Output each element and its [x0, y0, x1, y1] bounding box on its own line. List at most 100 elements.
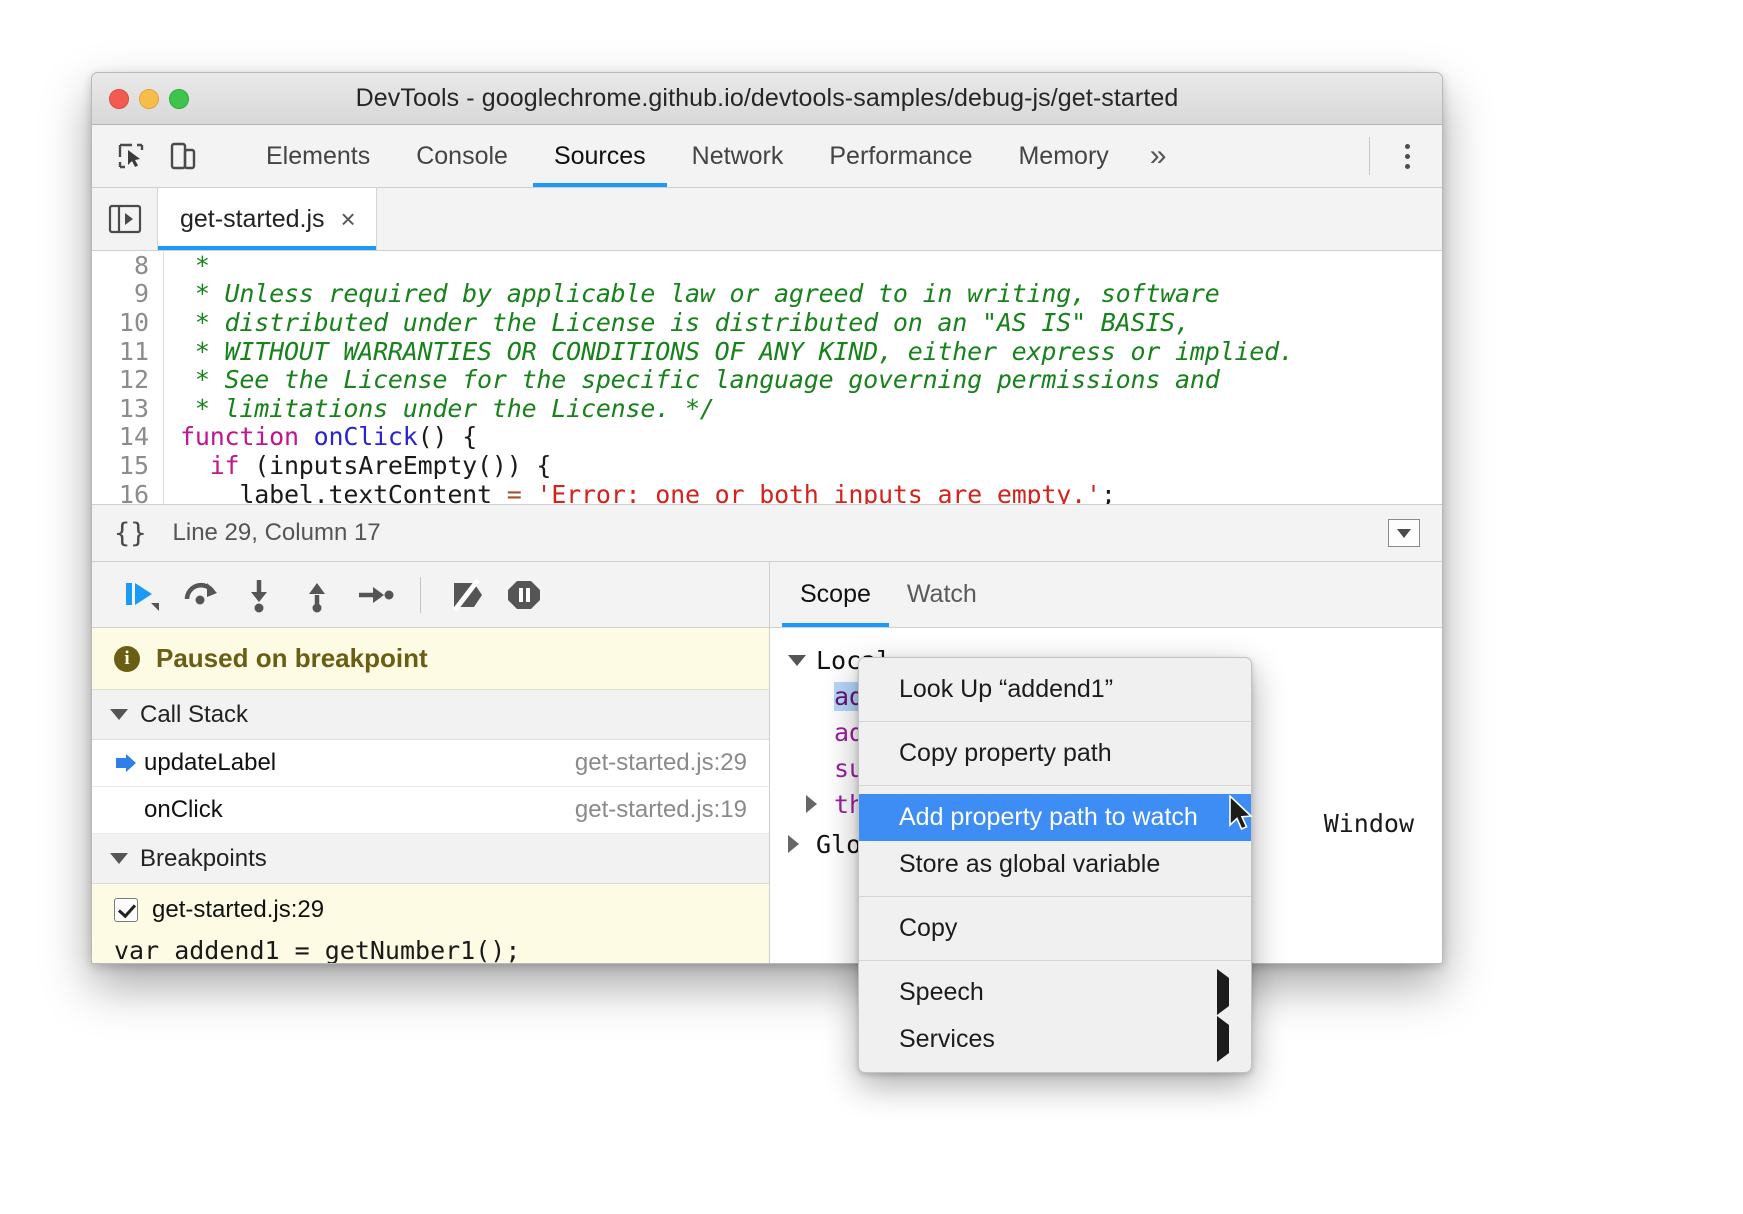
code-line: 16 label.textContent = 'Error: one or bo…	[92, 480, 1442, 504]
screenshot-root: DevTools - googlechrome.github.io/devtoo…	[0, 0, 1743, 1214]
panel-tabs: Elements Console Sources Network Perform…	[243, 125, 1184, 187]
code-line-text: *	[164, 251, 225, 280]
code-line-text: * Unless required by applicable law or a…	[164, 279, 1220, 308]
line-number[interactable]: 9	[92, 279, 164, 308]
code-line-text: * distributed under the License is distr…	[164, 308, 1190, 337]
close-icon[interactable]: ×	[341, 206, 356, 232]
context-menu-item-copy[interactable]: Copy	[859, 905, 1251, 952]
window-traffic-lights	[92, 89, 189, 109]
step-out-of-current-function-icon[interactable]	[290, 570, 344, 620]
line-number[interactable]: 8	[92, 251, 164, 280]
breakpoint-location: get-started.js:29	[152, 896, 324, 924]
more-options-kebab-icon[interactable]	[1390, 136, 1424, 176]
frame-location: get-started.js:19	[575, 796, 747, 824]
device-toolbar-icon[interactable]	[164, 137, 202, 175]
file-tab-label: get-started.js	[180, 205, 325, 234]
window-title: DevTools - googlechrome.github.io/devtoo…	[92, 84, 1442, 113]
line-number[interactable]: 10	[92, 308, 164, 337]
code-line-text: label.textContent = 'Error: one or both …	[164, 480, 1116, 504]
context-menu-item-speech[interactable]: Speech	[859, 969, 1251, 1016]
tab-performance[interactable]: Performance	[806, 125, 995, 187]
resume-script-execution-icon[interactable]	[116, 570, 170, 620]
toolbar-divider-right	[1369, 137, 1370, 175]
code-line-text: if (inputsAreEmpty()) {	[164, 451, 551, 480]
tab-console[interactable]: Console	[393, 125, 531, 187]
context-menu-item-copy-property-path[interactable]: Copy property path	[859, 730, 1251, 777]
tab-scope[interactable]: Scope	[782, 562, 889, 627]
line-number[interactable]: 11	[92, 337, 164, 366]
code-line: 14function onClick() {	[92, 423, 1442, 452]
breakpoint-enabled-checkbox[interactable]	[114, 898, 138, 922]
context-menu-item-store-as-global-variable[interactable]: Store as global variable	[859, 841, 1251, 888]
code-editor[interactable]: 8 * 9 * Unless required by applicable la…	[92, 251, 1442, 504]
show-console-drawer-icon[interactable]	[1388, 519, 1420, 547]
status-right-group	[1388, 519, 1420, 547]
breakpoints-title: Breakpoints	[140, 845, 267, 873]
debugger-toolbar-divider	[420, 577, 421, 613]
minimize-window-button[interactable]	[139, 89, 159, 109]
breakpoint-list-item[interactable]: get-started.js:29 var addend1 = getNumbe…	[92, 884, 769, 964]
context-menu-item-label: Services	[899, 1025, 995, 1054]
tab-watch[interactable]: Watch	[889, 562, 995, 627]
step-icon[interactable]	[348, 570, 402, 620]
frame-name: updateLabel	[144, 749, 276, 777]
code-line-text: * limitations under the License. */	[164, 394, 715, 423]
line-number[interactable]: 12	[92, 365, 164, 394]
line-number[interactable]: 13	[92, 394, 164, 423]
file-tab-get-started-js[interactable]: get-started.js ×	[158, 188, 377, 250]
source-file-tabbar: get-started.js ×	[92, 188, 1442, 251]
line-number[interactable]: 14	[92, 422, 164, 451]
debugger-controls-toolbar	[92, 562, 769, 628]
code-line-text: * See the License for the specific langu…	[164, 365, 1220, 394]
context-menu-separator	[859, 896, 1251, 897]
line-column-indicator: Line 29, Column 17	[173, 519, 381, 547]
context-menu[interactable]: Look Up “addend1” Copy property path Add…	[858, 657, 1252, 1073]
code-line: 8 *	[92, 251, 1442, 280]
frame-name: onClick	[144, 796, 223, 824]
code-line-text: function onClick() {	[164, 422, 477, 451]
inspect-element-icon[interactable]	[112, 137, 150, 175]
chevron-right-icon[interactable]	[806, 795, 834, 813]
tab-memory[interactable]: Memory	[995, 125, 1131, 187]
code-line: 10 * distributed under the License is di…	[92, 308, 1442, 337]
step-into-next-function-call-icon[interactable]	[232, 570, 286, 620]
paused-on-breakpoint-banner: i Paused on breakpoint	[92, 628, 769, 690]
code-line: 12 * See the License for the specific la…	[92, 365, 1442, 394]
context-menu-item-look-up[interactable]: Look Up “addend1”	[859, 666, 1251, 713]
context-menu-item-services[interactable]: Services	[859, 1016, 1251, 1063]
call-stack-section-header[interactable]: Call Stack	[92, 690, 769, 740]
toolbar-right-group	[1369, 125, 1442, 187]
breakpoints-section-header[interactable]: Breakpoints	[92, 834, 769, 884]
line-number[interactable]: 16	[92, 480, 164, 504]
code-line: 9 * Unless required by applicable law or…	[92, 280, 1442, 309]
tab-elements[interactable]: Elements	[243, 125, 393, 187]
close-window-button[interactable]	[109, 89, 129, 109]
breakpoint-code-snippet: var addend1 = getNumber1();	[92, 924, 769, 964]
show-navigator-icon[interactable]	[92, 188, 158, 250]
pause-on-exceptions-icon[interactable]	[497, 570, 551, 620]
debugger-left-pane: i Paused on breakpoint Call Stack update…	[92, 562, 770, 964]
pretty-print-icon[interactable]: {}	[114, 518, 147, 549]
step-over-next-function-call-icon[interactable]	[174, 570, 228, 620]
deactivate-breakpoints-icon[interactable]	[439, 570, 493, 620]
call-stack-frame-onclick[interactable]: onClick get-started.js:19	[92, 787, 769, 834]
chevron-down-icon	[110, 853, 128, 864]
tab-sources[interactable]: Sources	[531, 125, 669, 187]
more-tabs-chevron-icon[interactable]: »	[1132, 125, 1185, 187]
editor-status-bar: {} Line 29, Column 17	[92, 504, 1442, 562]
chevron-right-icon[interactable]	[788, 835, 816, 853]
code-line: 15 if (inputsAreEmpty()) {	[92, 451, 1442, 480]
line-number[interactable]: 15	[92, 451, 164, 480]
call-stack-title: Call Stack	[140, 701, 248, 729]
devtools-main-tabbar: Elements Console Sources Network Perform…	[92, 125, 1442, 188]
code-line: 13 * limitations under the License. */	[92, 394, 1442, 423]
maximize-window-button[interactable]	[169, 89, 189, 109]
tab-network[interactable]: Network	[669, 125, 807, 187]
context-menu-item-add-property-path-to-watch[interactable]: Add property path to watch	[859, 794, 1251, 841]
code-line-text: * WITHOUT WARRANTIES OR CONDITIONS OF AN…	[164, 337, 1294, 366]
context-menu-separator	[859, 960, 1251, 961]
call-stack-frame-updatelabel[interactable]: updateLabel get-started.js:29	[92, 740, 769, 787]
context-menu-separator	[859, 721, 1251, 722]
paused-banner-text: Paused on breakpoint	[156, 643, 428, 674]
context-menu-item-label: Speech	[899, 978, 984, 1007]
